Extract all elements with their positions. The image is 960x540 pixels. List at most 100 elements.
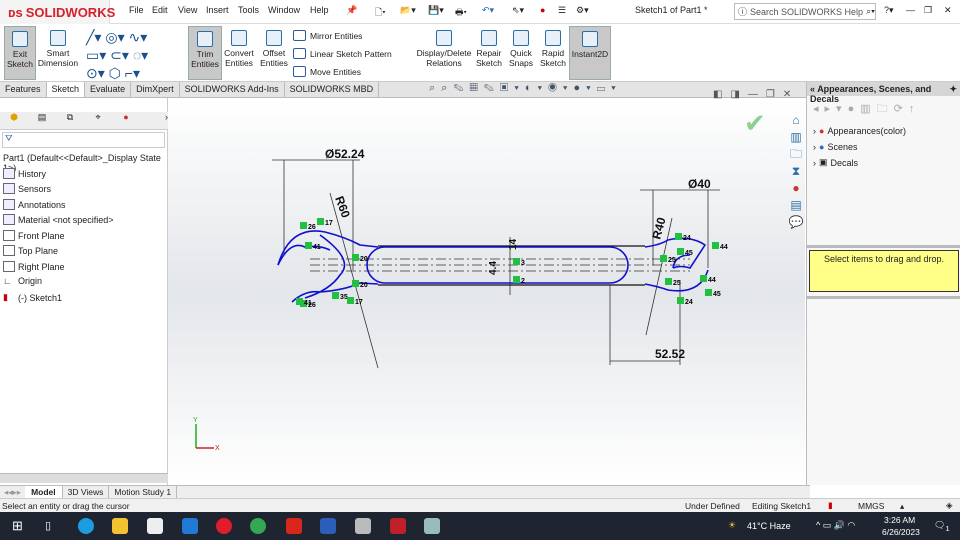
offset-entities-button[interactable]: Offset Entities [258, 26, 290, 80]
app-icon[interactable] [424, 518, 440, 534]
dimension-radius-right[interactable]: R40 [649, 216, 668, 241]
help-menu-icon[interactable]: ?▾ [884, 5, 894, 16]
relation-badge[interactable] [700, 275, 707, 282]
system-tray-icons[interactable]: ^ ▭ 🔊 ◠ [816, 520, 855, 531]
feature-tree-icon[interactable]: ⬢ [0, 112, 28, 129]
tree-appearances[interactable]: › ● Appearances(color) [813, 126, 906, 136]
relation-badge[interactable] [705, 289, 712, 296]
tree-item-front-plane[interactable]: Front Plane [3, 230, 65, 241]
tree-item-sketch1[interactable]: ▮ (-) Sketch1 [3, 292, 62, 303]
trim-entities-button[interactable]: Trim Entities [188, 26, 222, 80]
display-relations-button[interactable]: Display/Delete Relations [415, 26, 473, 80]
tab-scroll-arrows[interactable]: ◂◂▸▸ [0, 486, 25, 498]
appearances-tab-icon[interactable]: ● [786, 180, 806, 197]
convert-entities-button[interactable]: Convert Entities [222, 26, 256, 80]
instant2d-button[interactable]: Instant2D [569, 26, 611, 80]
open-file-icon[interactable]: 📂▾ [400, 5, 416, 16]
relation-badge[interactable] [665, 278, 672, 285]
search-input[interactable]: Search SOLIDWORKS Help [750, 7, 863, 17]
undo-icon[interactable]: ↶▾ [482, 5, 494, 16]
custom-properties-icon[interactable]: ▤ [786, 197, 806, 214]
chrome-icon[interactable] [250, 518, 266, 534]
relation-badge[interactable] [305, 242, 312, 249]
quick-snaps-button[interactable]: Quick Snaps [506, 26, 536, 80]
relation-badge[interactable] [712, 242, 719, 249]
exit-sketch-button[interactable]: Exit Sketch [4, 26, 36, 80]
units-selector[interactable]: MMGS [858, 501, 884, 511]
repair-sketch-button[interactable]: Repair Sketch [474, 26, 504, 80]
task-view-icon[interactable]: ▯ [45, 519, 51, 532]
windows-start-icon[interactable]: ⊞ [12, 518, 23, 534]
configuration-manager-icon[interactable]: ⧉ [56, 112, 84, 129]
property-manager-icon[interactable]: ▤ [28, 112, 56, 129]
tab-model[interactable]: Model [25, 486, 62, 498]
relation-badge[interactable] [660, 255, 667, 262]
tree-item-history[interactable]: History [3, 168, 46, 179]
dimension-width-4-4[interactable]: 4.4 [488, 261, 499, 275]
horizontal-scrollbar[interactable] [0, 473, 168, 483]
home-icon[interactable]: ⌂ [786, 112, 806, 129]
tab-addins[interactable]: SOLIDWORKS Add-Ins [180, 82, 285, 97]
tree-item-material[interactable]: Material <not specified> [3, 214, 114, 225]
relation-badge[interactable] [513, 258, 520, 265]
relation-badge[interactable] [352, 254, 359, 261]
options-gear-icon[interactable]: ⚙▾ [576, 5, 589, 16]
tab-motion-study[interactable]: Motion Study 1 [108, 486, 178, 498]
relation-badge[interactable] [347, 297, 354, 304]
tree-item-annotations[interactable]: Annotations [3, 199, 66, 210]
minimize-button[interactable]: — [906, 5, 915, 15]
file-explorer-icon[interactable]: 🗀 [786, 146, 806, 163]
tree-item-right-plane[interactable]: Right Plane [3, 261, 65, 272]
chevron-right-icon[interactable]: › [140, 112, 168, 129]
file-properties-icon[interactable]: ☰ [558, 5, 566, 16]
new-file-icon[interactable]: 🗋▾ [375, 5, 386, 21]
sketch-canvas[interactable]: Ø52.24 Ø40 R60 R40 52.52 14 4.4 26 17 41 20… [168, 98, 805, 485]
relation-badge[interactable] [513, 276, 520, 283]
print-icon[interactable]: 🖶▾ [455, 5, 467, 21]
select-icon[interactable]: ⇖▾ [512, 5, 524, 16]
sketch-tools-grid[interactable]: ╱▾ ◎▾ ∿▾ ▭▾ ⊂▾ ◌▾ ⊙▾ ⬡ ⌐▾ [86, 28, 178, 82]
menu-tools[interactable]: Tools [238, 5, 259, 15]
smart-dimension-button[interactable]: Smart Dimension [36, 26, 80, 80]
menu-edit[interactable]: Edit [152, 5, 168, 15]
relation-badge[interactable] [296, 298, 303, 305]
view-toolbar-icons[interactable]: ⌕⌕✎▦✎▣▾◐▾◉▾●▾▭▾ [429, 82, 622, 97]
dimension-diameter-left[interactable]: Ø52.24 [325, 147, 365, 161]
splitter[interactable] [807, 245, 960, 248]
opera-icon[interactable] [216, 518, 232, 534]
menu-help[interactable]: Help [310, 5, 329, 15]
relation-badge[interactable] [677, 248, 684, 255]
tree-item-origin[interactable]: ∟ Origin [3, 276, 42, 286]
dimension-radius-left[interactable]: R60 [332, 194, 353, 220]
relation-badge[interactable] [300, 222, 307, 229]
design-library-icon[interactable]: ▥ [786, 129, 806, 146]
notifications-icon[interactable]: 🗨1 [934, 520, 950, 533]
mail-icon[interactable] [182, 518, 198, 534]
save-icon[interactable]: 💾▾ [428, 5, 444, 16]
dimension-width-14[interactable]: 14 [508, 238, 519, 250]
view-palette-icon[interactable]: ⧗ [786, 163, 806, 180]
clock-date[interactable]: 6/26/2023 [882, 527, 920, 537]
rebuild-icon[interactable]: ● [540, 5, 545, 15]
mirror-entities-button[interactable]: Mirror Entities [293, 30, 362, 41]
collapse-icon[interactable]: « [810, 84, 815, 94]
word-icon[interactable] [320, 518, 336, 534]
tab-mbd[interactable]: SOLIDWORKS MBD [285, 82, 380, 97]
menu-file[interactable]: File [129, 5, 144, 15]
app-icon[interactable] [355, 518, 371, 534]
tree-item-top-plane[interactable]: Top Plane [3, 245, 58, 256]
relation-badge[interactable] [677, 297, 684, 304]
tab-sketch[interactable]: Sketch [46, 82, 86, 97]
relation-badge[interactable] [332, 292, 339, 299]
task-pane-toolbar[interactable]: ◂▸▾●▥🗀⟳↑ [807, 96, 960, 123]
edge-icon[interactable] [78, 518, 94, 534]
forum-icon[interactable]: 💬 [786, 214, 806, 231]
rebuild-indicator-icon[interactable]: ▮ [828, 500, 833, 511]
tab-dimxpert[interactable]: DimXpert [131, 82, 180, 97]
solidworks-taskbar-icon[interactable] [390, 518, 406, 534]
move-entities-button[interactable]: Move Entities [293, 66, 361, 77]
tab-features[interactable]: Features [0, 82, 47, 97]
relation-badge[interactable] [352, 280, 359, 287]
menu-window[interactable]: Window [268, 5, 300, 15]
help-search[interactable]: ⓘ Search SOLIDWORKS Help ⌕▾ [734, 3, 876, 20]
